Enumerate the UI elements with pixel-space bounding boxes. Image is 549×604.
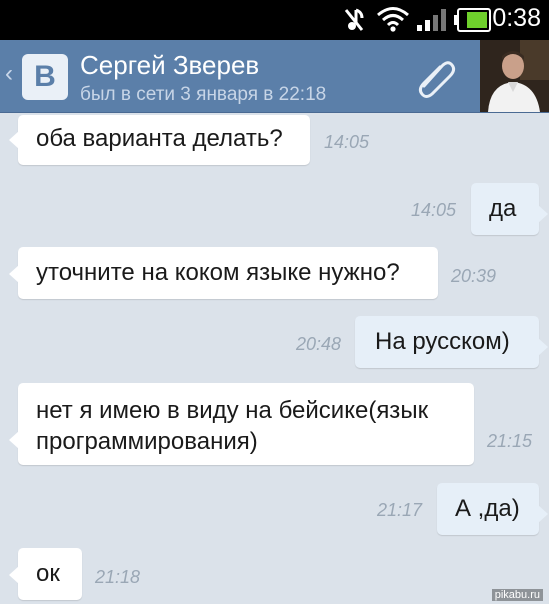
message-text-line: нет я имею в виду на бейсике(язык bbox=[36, 397, 429, 424]
message-text-line: программирования) bbox=[36, 428, 258, 455]
message-text: уточните на коком языке нужно? bbox=[36, 259, 400, 286]
status-clock: 0:38 bbox=[492, 4, 541, 32]
message-bubble[interactable]: ок bbox=[9, 548, 82, 600]
message-time: 20:39 bbox=[451, 266, 497, 286]
chat-header: ‹ B Сергей Зверев был в сети 3 января в … bbox=[0, 40, 549, 113]
avatar[interactable] bbox=[480, 40, 549, 112]
message-time: 21:17 bbox=[377, 500, 423, 520]
attach-icon[interactable] bbox=[414, 56, 458, 103]
contact-name: Сергей Зверев bbox=[80, 50, 260, 80]
status-bar: 0:38 bbox=[0, 0, 549, 40]
message-bubble[interactable]: На русском) bbox=[355, 316, 548, 368]
message-bubble[interactable]: А ,да) bbox=[437, 483, 548, 535]
message-bubble[interactable]: оба варианта делать? bbox=[9, 115, 310, 165]
message-time: 21:15 bbox=[487, 431, 533, 451]
muted-icon bbox=[342, 6, 366, 39]
contact-status: был в сети 3 января в 22:18 bbox=[80, 84, 327, 105]
message-bubble[interactable]: нет я имею в виду на бейсике(язык програ… bbox=[9, 383, 474, 465]
battery-icon bbox=[454, 7, 492, 38]
message-text: оба варианта делать? bbox=[36, 125, 283, 152]
vk-logo[interactable]: B bbox=[22, 54, 68, 100]
back-chevron-icon[interactable]: ‹ bbox=[5, 62, 13, 86]
message-time: 14:05 bbox=[411, 200, 457, 220]
wifi-icon bbox=[376, 6, 410, 37]
message-time: 21:18 bbox=[95, 567, 141, 587]
signal-icon bbox=[416, 8, 448, 37]
watermark: pikabu.ru bbox=[491, 589, 543, 601]
message-bubble[interactable]: да bbox=[471, 183, 548, 235]
message-time: 14:05 bbox=[324, 132, 370, 152]
message-time: 20:48 bbox=[296, 334, 342, 354]
message-text: На русском) bbox=[375, 328, 510, 355]
message-text: А ,да) bbox=[455, 495, 520, 522]
message-text: да bbox=[489, 195, 517, 222]
message-list[interactable]: оба варианта делать? 14:05 да 14:05 уточ… bbox=[0, 113, 549, 604]
message-text: ок bbox=[36, 560, 60, 587]
message-bubble[interactable]: уточните на коком языке нужно? bbox=[9, 247, 438, 299]
